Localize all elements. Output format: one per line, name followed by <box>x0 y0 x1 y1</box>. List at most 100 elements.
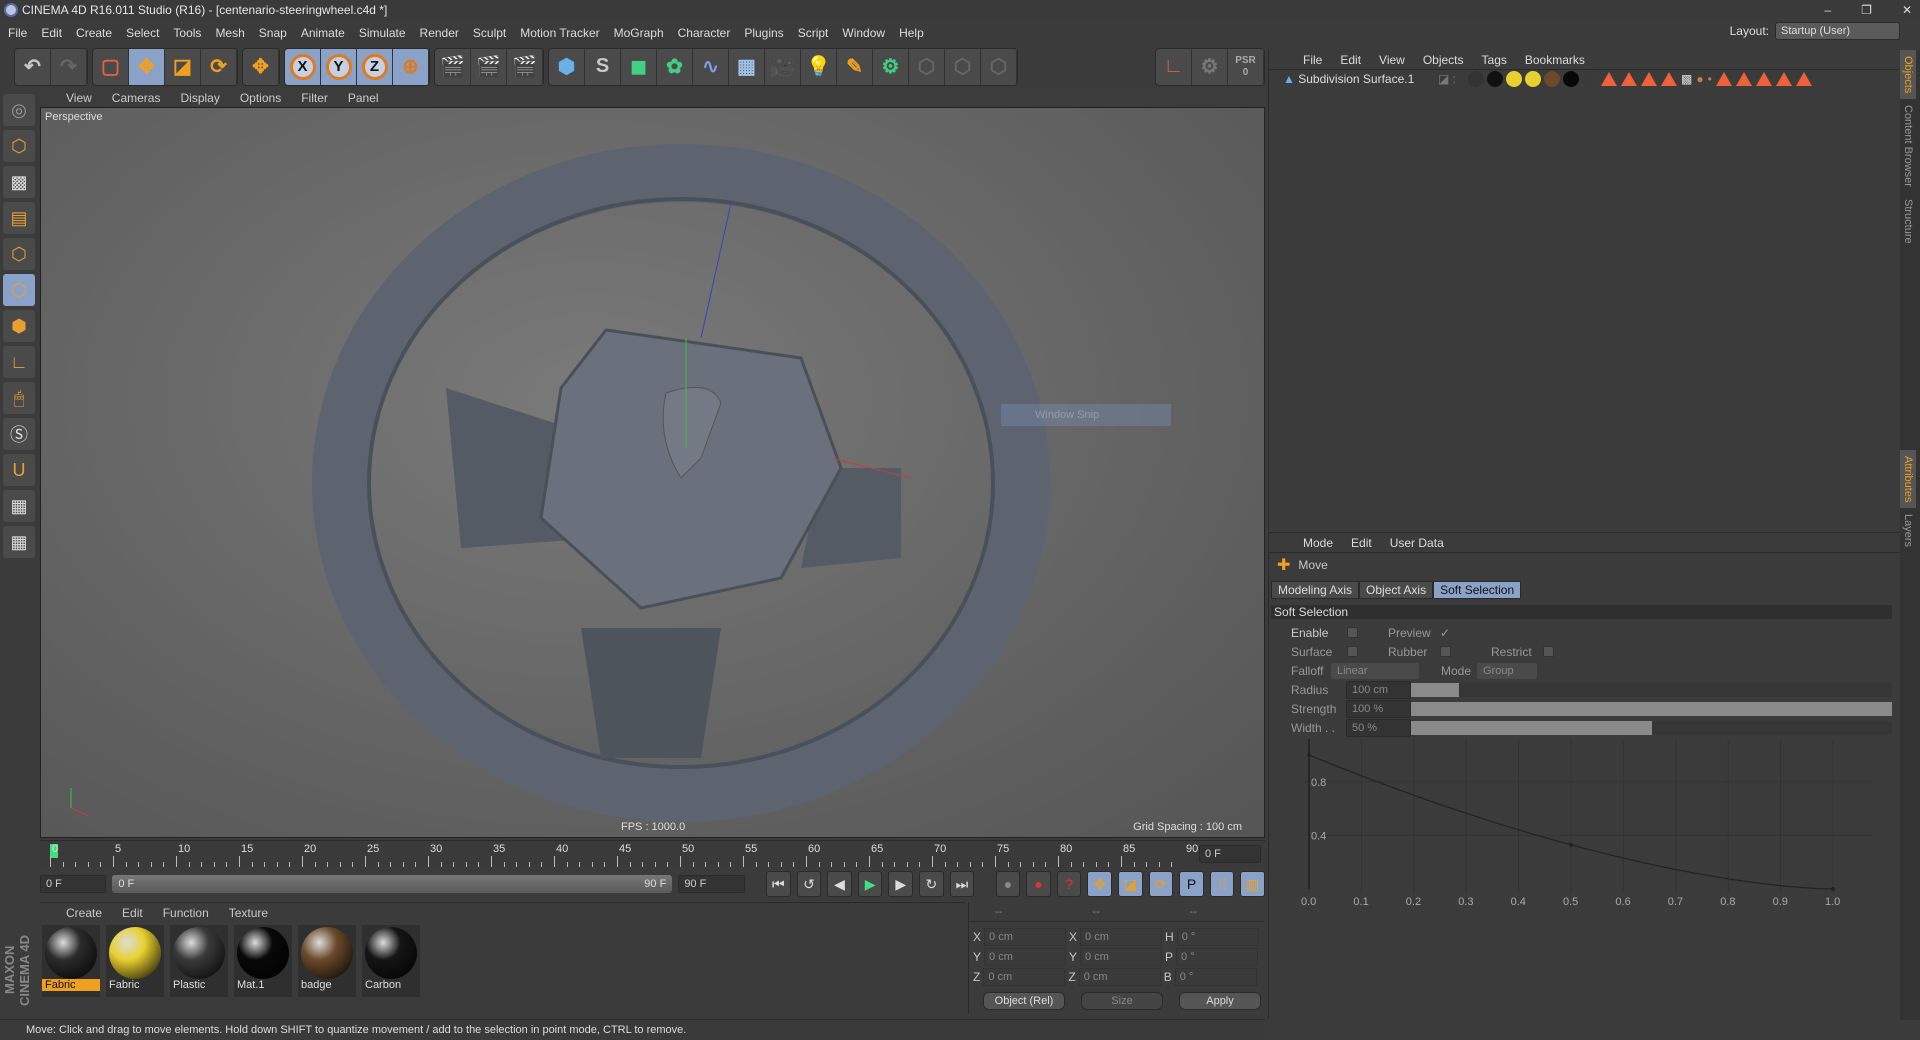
undo-button[interactable]: ↶ <box>15 48 51 85</box>
preview-checkbox[interactable]: ✓ <box>1440 626 1450 640</box>
snap-icon[interactable]: ⚙ <box>1192 48 1228 85</box>
selection-tag-icon[interactable] <box>1661 72 1677 86</box>
previous-frame-button[interactable]: ◀ <box>827 871 852 897</box>
subdivision-surface-icon[interactable]: ◼ <box>621 48 657 85</box>
material-swatch[interactable]: Fabric <box>106 925 164 997</box>
psr-button[interactable]: PSR 0 <box>1228 48 1264 85</box>
radius-slider[interactable] <box>1411 682 1892 697</box>
material-menu-create[interactable]: Create <box>66 906 102 920</box>
selection-tag-icon[interactable] <box>1795 72 1812 86</box>
key-scale-button[interactable]: ◪ <box>1118 871 1143 897</box>
start-frame-field[interactable]: 0 F <box>40 875 107 893</box>
selection-tag-icon[interactable] <box>1715 72 1732 86</box>
material-swatch[interactable]: Fabric <box>42 925 100 997</box>
selection-tag-icon[interactable] <box>1775 72 1792 86</box>
coordinate-field[interactable]: 0 cm <box>1080 928 1163 946</box>
scale-tool-button[interactable]: ◪ <box>165 48 201 85</box>
coordinate-field[interactable]: 0 ° <box>1176 928 1259 946</box>
object-menu-tags[interactable]: Tags <box>1482 53 1507 67</box>
mode-dropdown[interactable]: Group <box>1477 662 1538 679</box>
menu-select[interactable]: Select <box>126 26 159 40</box>
coordinate-field[interactable]: 0 cm <box>983 968 1066 986</box>
current-frame-field[interactable]: 0 F <box>1199 845 1261 863</box>
coordinate-field[interactable]: 0 cm <box>984 928 1067 946</box>
edges-mode-icon[interactable]: ⬡ <box>3 274 35 306</box>
coordinate-mode-dropdown[interactable]: Object (Rel) <box>983 992 1065 1010</box>
key-rotation-button[interactable]: ⟳ <box>1148 871 1174 897</box>
frame-range-slider[interactable]: 0 F 90 F <box>112 875 673 893</box>
move-tool-button[interactable]: ✥ <box>129 48 165 85</box>
z-axis-lock-button[interactable]: Z <box>357 48 393 85</box>
material-tag-icon[interactable]: ✎ <box>837 48 873 85</box>
menu-file[interactable]: File <box>8 26 27 40</box>
material-swatch[interactable]: Mat.1 <box>234 925 292 997</box>
steering-wheel-model[interactable] <box>41 108 1266 839</box>
rotate-tool-button[interactable]: ⟳ <box>201 48 237 85</box>
enable-checkbox[interactable] <box>1347 627 1358 638</box>
key-parameter-button[interactable]: P <box>1179 871 1204 897</box>
selection-tag-icon[interactable] <box>1641 72 1657 86</box>
tab-soft-selection[interactable]: Soft Selection <box>1433 581 1522 599</box>
restrict-checkbox[interactable] <box>1543 646 1554 657</box>
redo-button[interactable]: ↷ <box>51 48 87 85</box>
play-button[interactable]: ▶ <box>857 871 883 897</box>
width-field[interactable]: 50 % <box>1346 718 1411 737</box>
cloner-icon[interactable]: ✿ <box>657 48 693 85</box>
uvw-tag-icon[interactable]: ▩ <box>1681 72 1692 86</box>
next-key-button[interactable]: ↻ <box>919 871 944 897</box>
menu-tools[interactable]: Tools <box>173 26 201 40</box>
points-mode-icon[interactable]: ⬡ <box>3 238 35 270</box>
object-menu-bookmarks[interactable]: Bookmarks <box>1525 53 1585 67</box>
material-swatch[interactable]: Plastic <box>170 925 228 997</box>
floor-icon[interactable]: ▦ <box>729 48 765 85</box>
cube-icon[interactable]: ⬢ <box>549 48 585 85</box>
material-swatch[interactable]: badge <box>298 925 356 997</box>
tweak-mode-icon[interactable]: 🖱 <box>3 382 35 414</box>
minimize-button[interactable]: – <box>1824 0 1831 20</box>
falloff-dropdown[interactable]: Linear <box>1331 662 1419 679</box>
coordinate-field[interactable]: 0 ° <box>1174 968 1257 986</box>
grid-lock-icon[interactable]: ▦ <box>3 490 35 522</box>
strength-field[interactable]: 100 % <box>1346 699 1411 718</box>
render-picture-viewer-button[interactable]: 🎬 <box>471 48 507 85</box>
camera-icon[interactable]: 🎥 <box>765 48 801 85</box>
render-settings-button[interactable]: 🎬 <box>507 48 543 85</box>
recent-tool-button[interactable]: ✥ <box>243 48 279 85</box>
menu-character[interactable]: Character <box>678 26 731 40</box>
magnet-icon[interactable]: U <box>3 454 35 486</box>
width-slider[interactable] <box>1411 720 1892 735</box>
viewport-menu-panel[interactable]: Panel <box>348 91 379 105</box>
make-editable-icon[interactable]: ◎ <box>3 94 35 126</box>
tab-attributes[interactable]: Attributes <box>1900 449 1916 509</box>
previous-key-button[interactable]: ↺ <box>796 871 822 897</box>
go-to-end-button[interactable]: ⏭ <box>949 871 975 897</box>
tab-content-browser[interactable]: Content Browser <box>1900 99 1916 193</box>
material-menu-texture[interactable]: Texture <box>229 906 268 920</box>
axis-mode-icon[interactable]: ∟ <box>3 346 35 378</box>
selection-tag-icon[interactable] <box>1601 72 1617 86</box>
menu-sculpt[interactable]: Sculpt <box>473 26 506 40</box>
attribute-menu-mode[interactable]: Mode <box>1303 536 1333 550</box>
x-axis-lock-button[interactable]: X <box>285 48 321 85</box>
close-button[interactable]: ✕ <box>1902 0 1912 20</box>
viewport-menu-view[interactable]: View <box>66 91 92 105</box>
live-selection-button[interactable]: ▢ <box>93 48 129 85</box>
coordinate-field[interactable]: 0 cm <box>984 948 1067 966</box>
falloff-curve-graph[interactable]: 0.0 0.1 0.2 0.3 0.4 0.5 0.6 0.7 0.8 0.9 1.0 0.8 0.4 <box>1273 739 1893 909</box>
model-mode-icon[interactable]: ⬡ <box>3 130 35 162</box>
timeline-button[interactable]: ▥ <box>1240 871 1265 897</box>
object-menu-file[interactable]: File <box>1303 53 1322 67</box>
menu-mesh[interactable]: Mesh <box>215 26 244 40</box>
viewport-menu-filter[interactable]: Filter <box>301 91 328 105</box>
menu-script[interactable]: Script <box>798 26 829 40</box>
material-swatch[interactable]: Carbon <box>362 925 420 997</box>
key-position-button[interactable]: ✥ <box>1087 871 1112 897</box>
selection-tag-icon[interactable] <box>1621 72 1637 86</box>
selection-tag-icon[interactable] <box>1735 72 1752 86</box>
selection-tag-icon[interactable] <box>1755 72 1772 86</box>
solo-icon[interactable]: Ⓢ <box>3 418 35 450</box>
material-menu-function[interactable]: Function <box>163 906 209 920</box>
menu-mograph[interactable]: MoGraph <box>614 26 664 40</box>
viewport-menu-display[interactable]: Display <box>180 91 219 105</box>
z-axis-handle[interactable] <box>700 202 732 339</box>
